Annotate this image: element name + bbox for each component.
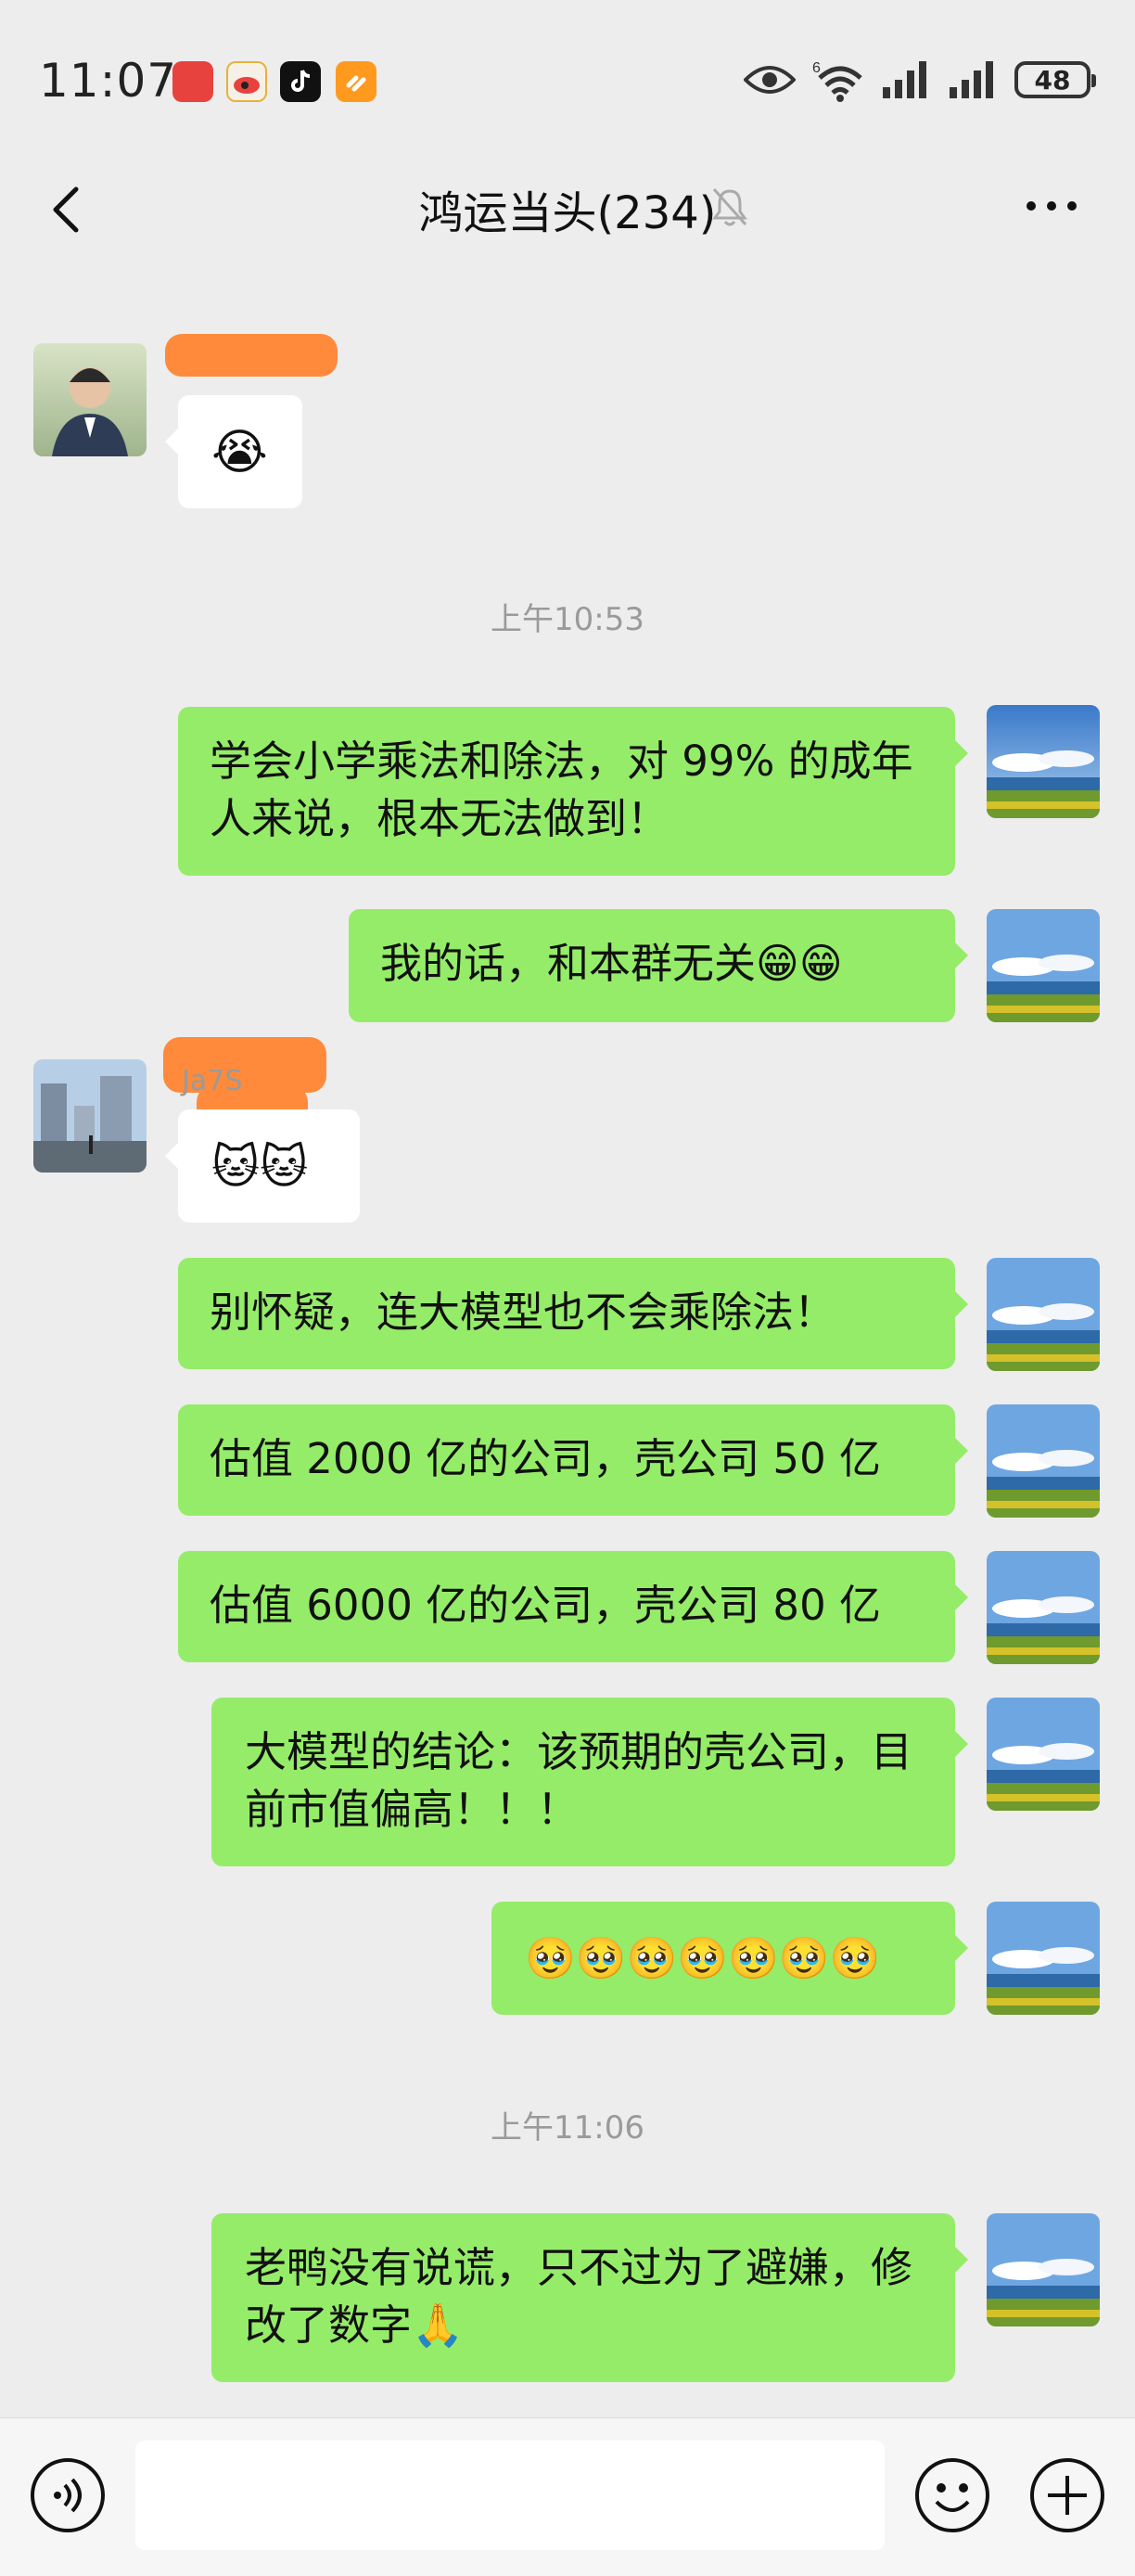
redacted-username-1 <box>165 334 338 377</box>
wifi-icon: 6 <box>812 60 862 102</box>
avatar-self[interactable] <box>987 2213 1100 2326</box>
timestamp: 上午11:06 <box>491 2109 644 2147</box>
message-bubble-sent[interactable]: 老鸭没有说谎，只不过为了避嫌，修改了数字🙏 <box>211 2213 968 2382</box>
crying-emoji: 😭 <box>211 425 268 481</box>
status-time: 11:07 <box>39 54 178 108</box>
timestamp: 上午10:53 <box>491 601 644 638</box>
teary-emoji-row: 🥹🥹🥹🥹🥹🥹🥹 <box>525 1935 881 1982</box>
orange-app-icon <box>336 61 376 102</box>
message-bubble-sent[interactable]: 别怀疑，连大模型也不会乘除法！ <box>178 1258 968 1369</box>
message-bubble-sent[interactable]: 估值 6000 亿的公司，壳公司 80 亿 <box>178 1551 968 1662</box>
chat-header: 鸿运当头(234) <box>0 158 1135 269</box>
username-fragment: Ja7S <box>182 1065 243 1097</box>
status-right-group: 6 48 <box>744 58 1096 102</box>
message-input[interactable] <box>135 2441 885 2550</box>
message-bubble-sent[interactable]: 大模型的结论：该预期的壳公司，目前市值偏高！！！ <box>211 1698 968 1866</box>
message-bubble-sent[interactable]: 学会小学乘法和除法，对 99% 的成年人来说，根本无法做到！ <box>178 707 968 876</box>
signal-icon <box>883 61 926 98</box>
avatar-self[interactable] <box>987 1404 1100 1518</box>
avatar-self[interactable] <box>987 1258 1100 1371</box>
voice-icon[interactable] <box>28 2455 108 2535</box>
message-bubble-sent[interactable]: 我的话，和本群无关😁😁 <box>349 909 968 1022</box>
chat-title: 鸿运当头(234) <box>418 187 717 239</box>
huawei-mall-icon <box>172 61 213 102</box>
message-text: 估值 6000 亿的公司，壳公司 80 亿 <box>210 1581 881 1630</box>
message-text: 我的话，和本群无关😁😁 <box>380 939 843 988</box>
weibo-icon <box>226 61 267 102</box>
status-bar: 11:07 6 48 <box>0 0 1135 158</box>
tiktok-icon <box>280 61 321 102</box>
input-bar <box>0 2417 1135 2576</box>
plus-icon[interactable] <box>1027 2455 1107 2535</box>
message-bubble-sent[interactable]: 估值 2000 亿的公司，壳公司 50 亿 <box>178 1404 968 1516</box>
avatar-self[interactable] <box>987 1698 1100 1811</box>
avatar-member-2[interactable] <box>33 1059 147 1173</box>
message-text: 学会小学乘法和除法，对 99% 的成年人来说，根本无法做到！ <box>210 737 913 843</box>
avatar-member-1[interactable] <box>33 343 147 456</box>
message-bubble-sent[interactable]: 🥹🥹🥹🥹🥹🥹🥹 <box>491 1902 968 2015</box>
cat-emoji: 🐱🐱 <box>211 1140 309 1194</box>
avatar-self[interactable] <box>987 1551 1100 1664</box>
avatar-self[interactable] <box>987 1902 1100 2015</box>
message-bubble-received[interactable]: 😭 <box>165 395 302 508</box>
eye-icon <box>744 66 796 94</box>
message-text: 大模型的结论：该预期的壳公司，目前市值偏高！！！ <box>245 1727 913 1834</box>
message-text: 估值 2000 亿的公司，壳公司 50 亿 <box>210 1434 881 1483</box>
more-icon[interactable] <box>1024 199 1079 213</box>
avatar-self[interactable] <box>987 909 1100 1022</box>
network-label: 6 <box>812 60 821 76</box>
message-text: 老鸭没有说谎，只不过为了避嫌，修改了数字🙏 <box>245 2243 913 2350</box>
signal-icon-2 <box>950 61 993 98</box>
avatar-self[interactable] <box>987 705 1100 818</box>
emoji-icon[interactable] <box>912 2455 992 2535</box>
battery-indicator: 48 <box>1014 61 1096 98</box>
message-text: 别怀疑，连大模型也不会乘除法！ <box>210 1288 836 1337</box>
message-bubble-received[interactable]: 🐱🐱 <box>165 1109 360 1223</box>
mute-bell-icon <box>712 187 747 226</box>
